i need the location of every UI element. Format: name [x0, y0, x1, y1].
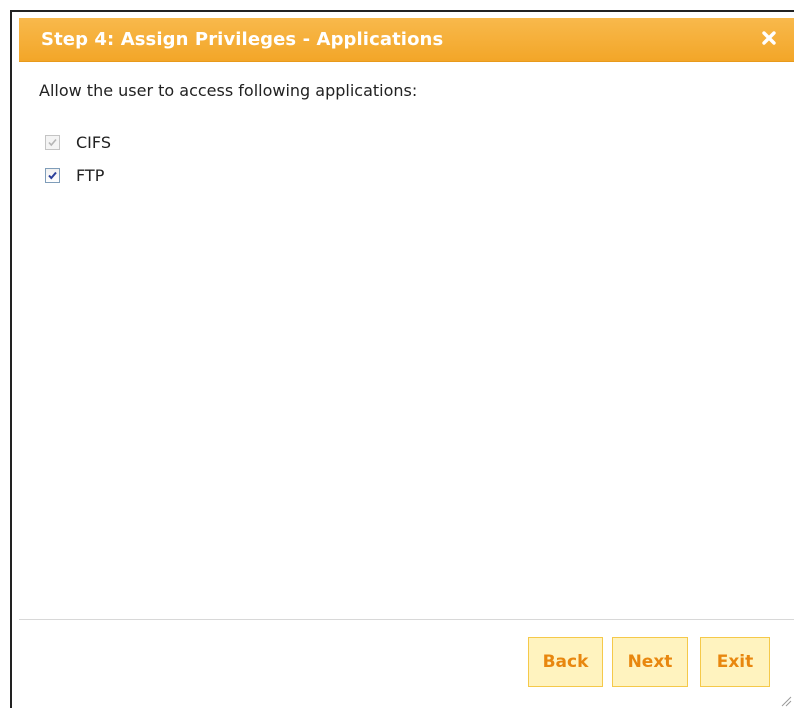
- ftp-checkbox[interactable]: [45, 168, 60, 183]
- application-option-ftp: FTP: [45, 166, 104, 185]
- checkmark-icon: [48, 171, 57, 180]
- ftp-label: FTP: [76, 166, 105, 185]
- footer-divider: [19, 619, 794, 620]
- resize-handle-icon[interactable]: [778, 692, 792, 707]
- checkmark-icon: [48, 138, 57, 147]
- application-option-cifs: CIFS: [45, 133, 111, 152]
- dialog-title: Step 4: Assign Privileges - Applications: [41, 29, 444, 50]
- dialog-titlebar: Step 4: Assign Privileges - Applications: [19, 18, 794, 62]
- instruction-text: Allow the user to access following appli…: [39, 81, 418, 100]
- close-icon[interactable]: [758, 27, 780, 49]
- cifs-label: CIFS: [76, 133, 111, 152]
- back-button[interactable]: Back: [528, 637, 603, 687]
- dialog-window: Step 4: Assign Privileges - Applications…: [10, 10, 794, 708]
- cifs-checkbox[interactable]: [45, 135, 60, 150]
- next-button[interactable]: Next: [612, 637, 688, 687]
- exit-button[interactable]: Exit: [700, 637, 770, 687]
